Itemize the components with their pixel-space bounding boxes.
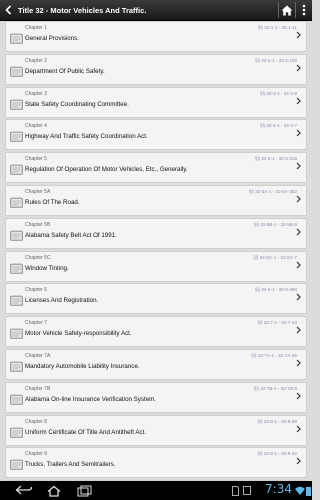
chapter-title: State Safety Coordinating Committee.	[25, 100, 129, 108]
book-icon	[10, 293, 23, 307]
chapter-number: Chapter 2	[25, 57, 47, 64]
book-icon	[10, 97, 23, 110]
chevron-right-icon	[296, 326, 301, 336]
chapter-number: Chapter 9	[25, 451, 47, 458]
chapter-title: Department Of Public Safety.	[25, 67, 105, 75]
title-bar: Title 32 - Motor Vehicles And Traffic.	[0, 0, 312, 21]
chapter-number: Chapter 5A	[25, 188, 51, 195]
chapter-title: Motor Vehicle Safety-responsibility Act.	[25, 330, 132, 338]
book-icon	[10, 64, 23, 77]
chapter-number: Chapter 5B	[25, 221, 51, 228]
chapter-row[interactable]: Chapter 3 §§ 32-3-1 - 32-3-9 State Safety …	[5, 86, 307, 118]
notification-icon	[243, 484, 251, 497]
chapter-number: Chapter 7	[25, 320, 47, 327]
battery-icon	[306, 484, 311, 497]
chevron-right-icon	[296, 129, 301, 139]
chapter-title: Rules Of The Road.	[25, 198, 80, 206]
chapter-row[interactable]: Chapter 2 §§ 32-2-1 - 32-2-100 Department …	[5, 53, 307, 85]
book-icon	[10, 326, 23, 339]
section-range: §§ 32-2-1 - 32-2-100	[254, 57, 297, 63]
chevron-right-icon	[296, 425, 301, 435]
chapter-title: Regulation Of Operation Of Motor Vehicle…	[25, 166, 188, 174]
home-icon[interactable]	[279, 0, 295, 20]
chapter-title: Uniform Certificate Of Title And Antithe…	[25, 428, 147, 436]
chevron-right-icon	[296, 97, 301, 107]
book-icon	[10, 392, 23, 405]
back-arrow-icon[interactable]	[0, 0, 18, 20]
chapter-row[interactable]: Chapter 6 §§ 32-6-1 - 32-6-450 Licenses An…	[5, 283, 307, 315]
section-range: §§ 32-8-1 - 32-8-89	[257, 418, 297, 424]
chapter-row[interactable]: Chapter 8 §§ 32-8-1 - 32-8-89 Uniform Cert…	[5, 414, 307, 446]
home-nav-icon[interactable]	[46, 484, 62, 497]
book-icon	[10, 228, 23, 241]
book-icon	[10, 129, 23, 143]
section-range: §§ 32-6-1 - 32-6-450	[254, 287, 297, 293]
section-range: §§ 32-7A-1 - 32-7A-25	[251, 352, 297, 358]
book-icon	[10, 359, 23, 372]
chapter-number: Chapter 5	[25, 156, 47, 163]
chapter-title: Window Tinting.	[25, 264, 69, 272]
chapter-title: Highway And Traffic Safety Coordination …	[25, 133, 148, 141]
chevron-right-icon	[296, 392, 301, 402]
chapter-row[interactable]: Chapter 7 §§ 32-7-1 - 32-7-43 Motor Vehicl…	[5, 316, 307, 348]
chapter-row[interactable]: Chapter 4 §§ 32-4-1 - 32-4-7 Highway And T…	[5, 119, 307, 151]
book-icon	[10, 162, 23, 175]
sd-card-icon	[232, 484, 239, 497]
chapter-number: Chapter 1	[25, 25, 47, 31]
chevron-right-icon	[296, 293, 301, 303]
chevron-right-icon	[296, 64, 301, 74]
chapter-row[interactable]: Chapter 7A §§ 32-7A-1 - 32-7A-25 Mandatory…	[5, 348, 307, 380]
section-range: §§ 32-5A-1 - 32-5A-352	[248, 188, 297, 194]
chapter-title: Mandatory Automobile Liability Insurance…	[25, 362, 140, 370]
overflow-menu-icon[interactable]	[296, 0, 312, 20]
chevron-right-icon	[296, 359, 301, 369]
chevron-right-icon	[296, 261, 301, 271]
chapter-number: Chapter 5C	[25, 254, 51, 261]
section-range: §§ 32-5-1 - 32-5-316	[254, 156, 297, 162]
chevron-right-icon	[296, 195, 301, 205]
chapter-list[interactable]: Chapter 1 §§ 32-1-1 - 32-1-11 General Prov…	[0, 21, 312, 481]
chapter-row[interactable]: Chapter 5 §§ 32-5-1 - 32-5-316 Regulation …	[5, 152, 307, 184]
section-range: §§ 32-9-1 - 32-9-32	[257, 451, 297, 457]
chapter-number: Chapter 6	[25, 287, 47, 294]
clock: 7:34	[265, 482, 292, 496]
chapter-row[interactable]: Chapter 5C §§ 32-5C-1 - 32-5C-7 Window Tin…	[5, 250, 307, 282]
chapter-title: General Provisions.	[25, 35, 79, 42]
chevron-right-icon	[296, 162, 301, 172]
chapter-number: Chapter 4	[25, 123, 47, 130]
back-nav-icon[interactable]	[15, 484, 33, 497]
chapter-number: Chapter 7A	[25, 352, 51, 359]
book-icon	[10, 425, 23, 438]
chevron-right-icon	[296, 228, 301, 238]
chapter-row[interactable]: Chapter 1 §§ 32-1-1 - 32-1-11 General Prov…	[5, 21, 307, 52]
section-range: §§ 32-5B-1 - 32-5B-9	[253, 221, 297, 227]
chapter-row[interactable]: Chapter 7B §§ 32-7B-1 - 32-7B-9 Alabama On…	[5, 381, 307, 413]
wifi-icon	[295, 484, 305, 497]
book-icon	[10, 261, 23, 274]
section-range: §§ 32-3-1 - 32-3-9	[259, 90, 297, 96]
chapter-row[interactable]: Chapter 9 §§ 32-9-1 - 32-9-32 Trucks, Trai…	[5, 447, 307, 479]
chevron-right-icon	[296, 457, 301, 467]
section-range: §§ 32-5C-1 - 32-5C-7	[253, 254, 297, 260]
book-icon	[10, 457, 23, 471]
chapter-title: Trucks, Trailers And Semitrailers.	[25, 461, 116, 469]
chapter-number: Chapter 8	[25, 418, 47, 425]
chapter-title: Alabama Safety Belt Act Of 1991.	[25, 231, 117, 239]
book-icon	[10, 195, 23, 208]
page-title: Title 32 - Motor Vehicles And Traffic.	[18, 5, 147, 15]
section-range: §§ 32-1-1 - 32-1-11	[257, 25, 297, 30]
chapter-title: Licenses And Registration.	[25, 297, 99, 305]
chapter-number: Chapter 7B	[25, 385, 51, 392]
system-navigation-bar: 7:34	[0, 481, 312, 500]
section-range: §§ 32-4-1 - 32-4-7	[259, 123, 297, 129]
book-icon	[10, 31, 23, 44]
chapter-row[interactable]: Chapter 5A §§ 32-5A-1 - 32-5A-352 Rules Of…	[5, 184, 307, 216]
recent-apps-icon[interactable]	[77, 484, 93, 497]
chevron-right-icon	[296, 31, 301, 41]
chapter-title: Alabama On-line Insurance Verification S…	[25, 395, 157, 403]
section-range: §§ 32-7B-1 - 32-7B-9	[253, 385, 297, 391]
chapter-number: Chapter 3	[25, 90, 47, 97]
section-range: §§ 32-7-1 - 32-7-43	[257, 320, 297, 326]
chapter-row[interactable]: Chapter 5B §§ 32-5B-1 - 32-5B-9 Alabama Sa…	[5, 217, 307, 249]
